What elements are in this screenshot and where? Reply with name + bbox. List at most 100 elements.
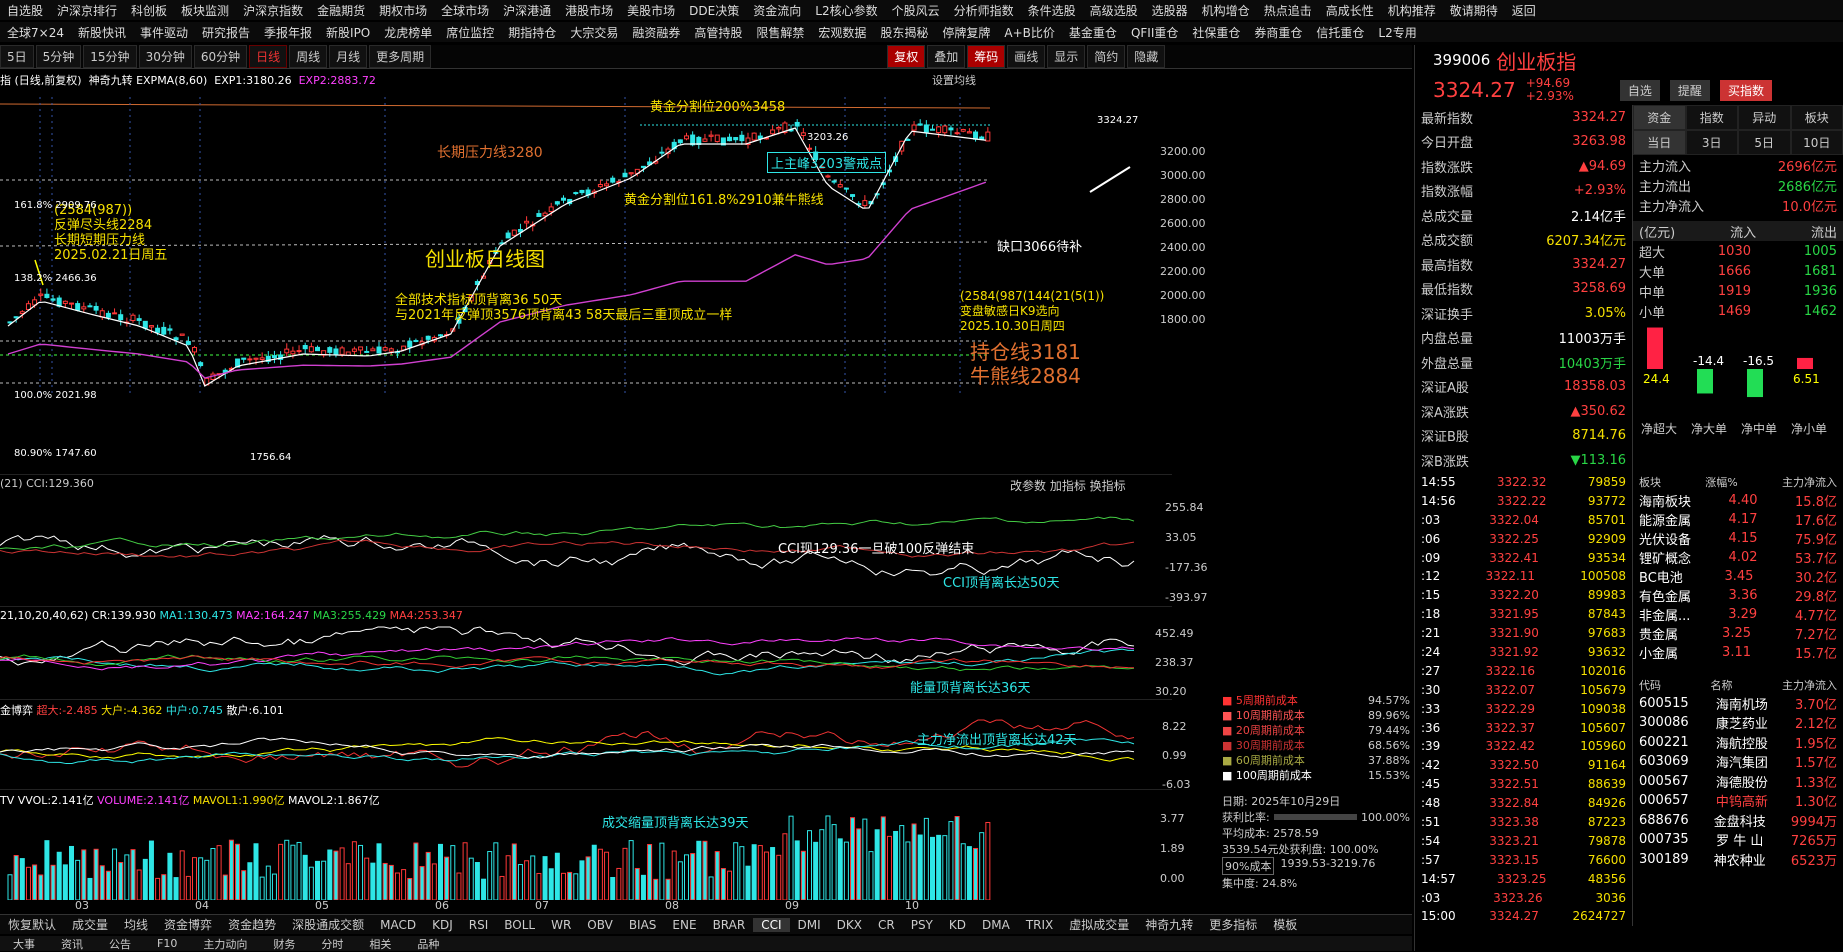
indicator-tab[interactable]: 深股通成交额	[284, 916, 372, 933]
indicator-tab[interactable]: ENE	[664, 918, 704, 932]
indicator-tab[interactable]: KDJ	[424, 918, 461, 932]
nav-item[interactable]: 高成长性	[1319, 2, 1381, 19]
nav-item[interactable]: 券商重仓	[1247, 24, 1309, 41]
indicator-tab[interactable]: 模板	[1265, 916, 1305, 933]
cci-tools[interactable]: 改参数 加指标 换指标	[1010, 477, 1126, 494]
stock-row[interactable]: 600221海航控股1.95亿	[1633, 733, 1843, 753]
period-tab[interactable]: 60分钟	[194, 45, 247, 68]
toolbar-button[interactable]: 显示	[1047, 45, 1085, 68]
toolbar-button[interactable]: 叠加	[927, 45, 965, 68]
info-tab[interactable]: 大事	[0, 936, 48, 952]
indicator-tab[interactable]: MACD	[372, 918, 424, 932]
nav-item[interactable]: QFII重仓	[1124, 24, 1185, 41]
period-tab[interactable]: 日线	[249, 45, 287, 68]
sector-row[interactable]: 锂矿概念4.0253.7亿	[1633, 548, 1843, 567]
nav-item[interactable]: 条件选股	[1021, 2, 1083, 19]
cost-select[interactable]: 90%成本	[1222, 857, 1274, 875]
nav-item[interactable]: 敬请期待	[1443, 2, 1505, 19]
nav-item[interactable]: 全球7×24	[0, 24, 71, 41]
period-tab[interactable]: 月线	[329, 45, 367, 68]
nav-item[interactable]: 沪深港通	[496, 2, 558, 19]
indicator-tab[interactable]: DMA	[974, 918, 1018, 932]
info-tab[interactable]: 品种	[404, 936, 452, 952]
indicator-tab[interactable]: 成交量	[64, 916, 116, 933]
nav-item[interactable]: 选股器	[1145, 2, 1195, 19]
fund-tab[interactable]: 异动	[1738, 105, 1791, 130]
nav-item[interactable]: 期指持仓	[501, 24, 563, 41]
nav-item[interactable]: 研究报告	[195, 24, 257, 41]
stock-row[interactable]: 000657中钨高新1.30亿	[1633, 791, 1843, 811]
nav-item[interactable]: 高管持股	[687, 24, 749, 41]
period-tab[interactable]: 15分钟	[83, 45, 136, 68]
nav-item[interactable]: DDE决策	[682, 2, 746, 19]
nav-item[interactable]: 宏观数据	[811, 24, 873, 41]
nav-item[interactable]: 高级选股	[1083, 2, 1145, 19]
period-subtab[interactable]: 3日	[1686, 130, 1739, 155]
nav-item[interactable]: 沪深京排行	[50, 2, 124, 19]
indicator-tab[interactable]: DKX	[829, 918, 870, 932]
indicator-tab[interactable]: CCI	[753, 918, 789, 932]
toolbar-button[interactable]: 画线	[1007, 45, 1045, 68]
nav-item[interactable]: 融资融券	[625, 24, 687, 41]
toolbar-button[interactable]: 简约	[1087, 45, 1125, 68]
stock-row[interactable]: 300086康芝药业2.12亿	[1633, 713, 1843, 733]
nav-item[interactable]: 美股市场	[620, 2, 682, 19]
period-tab[interactable]: 30分钟	[139, 45, 192, 68]
indicator-tab[interactable]: 虚拟成交量	[1061, 916, 1137, 933]
nav-item[interactable]: 自选股	[0, 2, 50, 19]
period-subtab[interactable]: 10日	[1791, 130, 1843, 155]
nav-item[interactable]: 限售解禁	[749, 24, 811, 41]
nav-item[interactable]: 新股IPO	[319, 24, 377, 41]
period-subtab[interactable]: 当日	[1633, 130, 1686, 155]
sector-row[interactable]: 贵金属3.257.27亿	[1633, 624, 1843, 643]
nav-item[interactable]: 机构增仓	[1195, 2, 1257, 19]
info-tab[interactable]: 分时	[308, 936, 356, 952]
sector-row[interactable]: 海南板块4.4015.8亿	[1633, 491, 1843, 510]
nav-item[interactable]: 个股风云	[885, 2, 947, 19]
indicator-tab[interactable]: CR	[870, 918, 903, 932]
stock-row[interactable]: 000567海德股份1.33亿	[1633, 772, 1843, 792]
fund-tab[interactable]: 板块	[1791, 105, 1843, 130]
indicator-tab[interactable]: 资金博弈	[156, 916, 220, 933]
nav-item[interactable]: 股东揭秘	[873, 24, 935, 41]
nav-item[interactable]: L2专用	[1371, 24, 1423, 41]
nav-item[interactable]: 分析师指数	[947, 2, 1021, 19]
sector-row[interactable]: 小金属3.1115.7亿	[1633, 643, 1843, 662]
buy-index-button[interactable]: 买指数	[1720, 80, 1772, 101]
nav-item[interactable]: 返回	[1505, 2, 1543, 19]
fund-tab[interactable]: 指数	[1686, 105, 1739, 130]
sector-row[interactable]: 非金属...3.294.77亿	[1633, 605, 1843, 624]
stock-row[interactable]: 300189神农种业6523万	[1633, 850, 1843, 870]
nav-item[interactable]: 信托重仓	[1309, 24, 1371, 41]
nav-item[interactable]: 停牌复牌	[935, 24, 997, 41]
period-subtab[interactable]: 5日	[1738, 130, 1791, 155]
info-tab[interactable]: 财务	[260, 936, 308, 952]
indicator-tab[interactable]: TRIX	[1018, 918, 1061, 932]
nav-item[interactable]: 席位监控	[439, 24, 501, 41]
info-tab[interactable]: 公告	[96, 936, 144, 952]
nav-item[interactable]: 社保重仓	[1185, 24, 1247, 41]
toolbar-button[interactable]: 复权	[887, 45, 925, 68]
indicator-tab[interactable]: 更多指标	[1201, 916, 1265, 933]
nav-item[interactable]: 龙虎榜单	[377, 24, 439, 41]
period-tab[interactable]: 5日	[0, 45, 34, 68]
stock-row[interactable]: 688676金盘科技9994万	[1633, 811, 1843, 831]
period-tab[interactable]: 周线	[289, 45, 327, 68]
nav-item[interactable]: 全球市场	[434, 2, 496, 19]
nav-item[interactable]: 港股市场	[558, 2, 620, 19]
nav-item[interactable]: L2核心参数	[808, 2, 884, 19]
info-tab[interactable]: F10	[144, 937, 190, 950]
period-tab[interactable]: 5分钟	[36, 45, 82, 68]
sector-row[interactable]: 能源金属4.1717.6亿	[1633, 510, 1843, 529]
indicator-tab[interactable]: 资金趋势	[220, 916, 284, 933]
stock-row[interactable]: 000735罗 牛 山7265万	[1633, 830, 1843, 850]
indicator-tab[interactable]: WR	[543, 918, 579, 932]
indicator-tab[interactable]: 恢复默认	[0, 916, 64, 933]
nav-item[interactable]: 板块监测	[174, 2, 236, 19]
nav-item[interactable]: 科创板	[124, 2, 174, 19]
indicator-tab[interactable]: BRAR	[705, 918, 754, 932]
watchlist-button[interactable]: 自选	[1620, 80, 1660, 101]
indicator-tab[interactable]: BIAS	[621, 918, 665, 932]
nav-item[interactable]: 季报年报	[257, 24, 319, 41]
nav-item[interactable]: 金融期货	[310, 2, 372, 19]
